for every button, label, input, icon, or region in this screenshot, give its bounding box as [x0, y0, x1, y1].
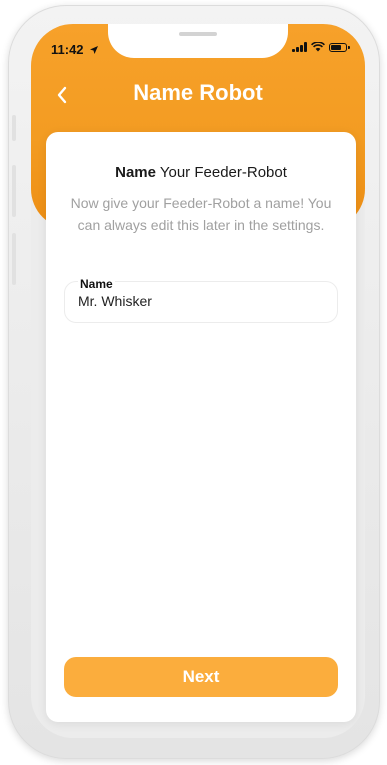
content-card: Name Your Feeder-Robot Now give your Fee…: [46, 132, 356, 722]
battery-icon: [329, 42, 350, 52]
card-heading: Name Your Feeder-Robot: [46, 164, 356, 181]
name-field[interactable]: Name: [64, 277, 338, 323]
status-icons: [292, 42, 350, 52]
wifi-icon: [311, 42, 325, 52]
next-button[interactable]: Next: [64, 657, 338, 697]
cellular-signal-icon: [292, 42, 307, 52]
mute-switch: [12, 115, 16, 141]
page-title: Name Robot: [133, 80, 263, 105]
card-heading-bold: Name: [115, 164, 156, 181]
name-input[interactable]: [78, 293, 318, 309]
volume-down-button: [12, 233, 16, 285]
name-field-label: Name: [78, 277, 115, 291]
status-time: 11:42: [51, 42, 99, 57]
volume-up-button: [12, 165, 16, 217]
speaker-grill: [179, 32, 217, 36]
card-subtitle: Now give your Feeder-Robot a name! You c…: [70, 195, 332, 233]
phone-screen: 11:42 Name Robot Name Your Feeder-Robot …: [31, 24, 365, 738]
card-heading-rest: Your Feeder-Robot: [155, 164, 287, 181]
location-arrow-icon: [90, 46, 99, 54]
notch: [108, 24, 288, 58]
